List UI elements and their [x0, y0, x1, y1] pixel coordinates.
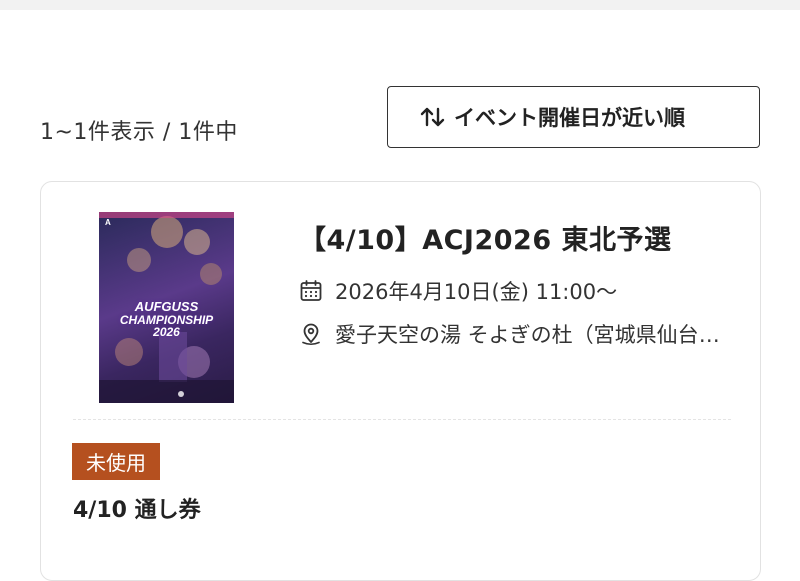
poster-brand-mark: A [105, 218, 111, 227]
event-title[interactable]: 【4/10】ACJ2026 東北予選 [299, 218, 672, 257]
card-divider [73, 419, 731, 420]
event-datetime-row: 2026年4月10日(金) 11:00〜 [299, 276, 617, 306]
ticket-status-badge: 未使用 [72, 443, 160, 480]
poster-title-line: AUFGUSS [134, 299, 199, 314]
poster-title-text: AUFGUSS CHAMPIONSHIP 2026 [99, 300, 234, 339]
ticket-name: 4/10 通し券 [73, 498, 201, 523]
calendar-icon [299, 279, 323, 303]
result-count-text: 1~1件表示 / 1件中 [40, 120, 238, 145]
event-datetime: 2026年4月10日(金) 11:00〜 [335, 280, 618, 304]
sort-order-label: イベント開催日が近い順 [454, 106, 685, 130]
top-header-strip [0, 0, 800, 10]
map-pin-icon [299, 322, 323, 346]
event-venue-row: 愛子天空の湯 そよぎの杜（宮城県仙台市） [299, 319, 725, 349]
event-ticket-card[interactable]: A AUFGUSS CHAMPIONSHIP 2026 【4/10】ACJ202… [40, 181, 761, 581]
event-venue: 愛子天空の湯 そよぎの杜（宮城県仙台市） [335, 323, 725, 347]
sort-arrows-icon [420, 105, 446, 129]
event-poster-image: A AUFGUSS CHAMPIONSHIP 2026 [99, 212, 234, 403]
poster-title-line: 2026 [153, 325, 180, 340]
sort-order-button[interactable]: イベント開催日が近い順 [387, 86, 760, 148]
